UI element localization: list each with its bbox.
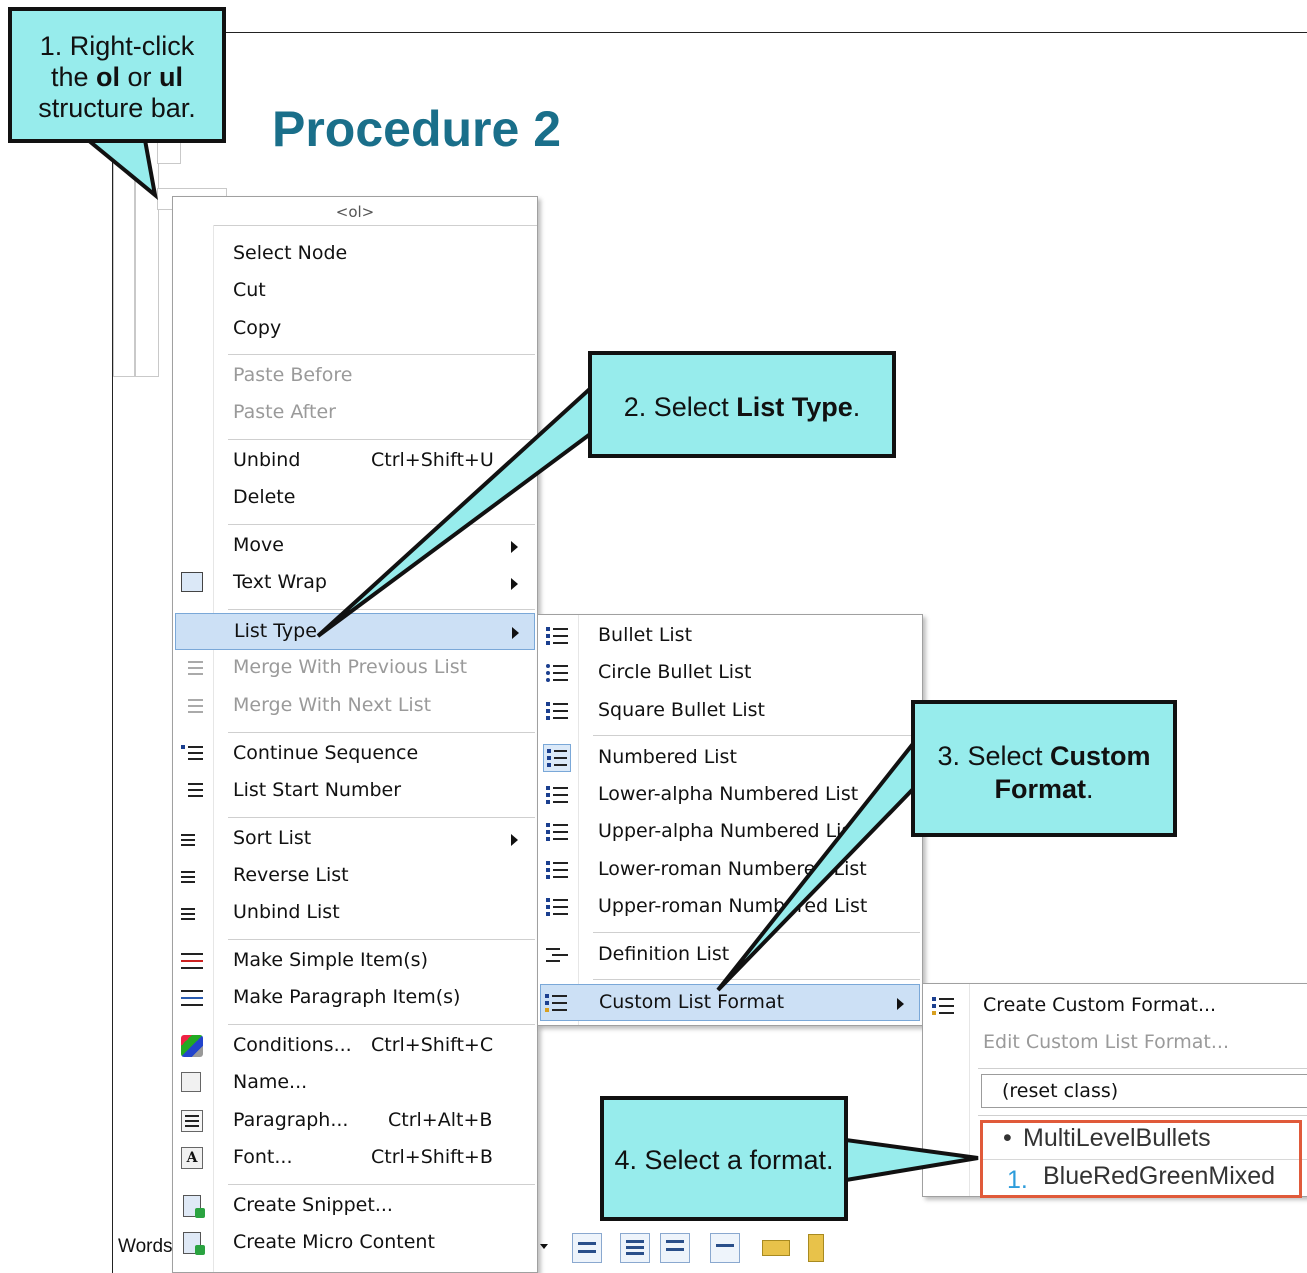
callout-2-pointer (316, 381, 595, 638)
callout-1-pointer (82, 138, 158, 201)
callout-step-1: 1. Right-click the ol or ul structure ba… (8, 7, 226, 143)
callout-step-3: 3. Select Custom Format. (911, 700, 1177, 837)
callout-step-4: 4. Select a format. (600, 1096, 848, 1221)
callout-step-2: 2. Select List Type. (588, 351, 896, 458)
callout-1-line-2: the ol or ul (50, 62, 184, 92)
callout-4-pointer (844, 1137, 979, 1183)
callout-3-line-2: Format. (994, 774, 1094, 804)
callout-1-line-3: structure bar. (38, 93, 196, 123)
callout-3-line-1: 3. Select Custom (937, 741, 1151, 771)
callout-3-pointer (716, 734, 918, 992)
callout-1-line-1: 1. Right-click (39, 31, 195, 61)
callout-pointers (82, 138, 979, 1183)
